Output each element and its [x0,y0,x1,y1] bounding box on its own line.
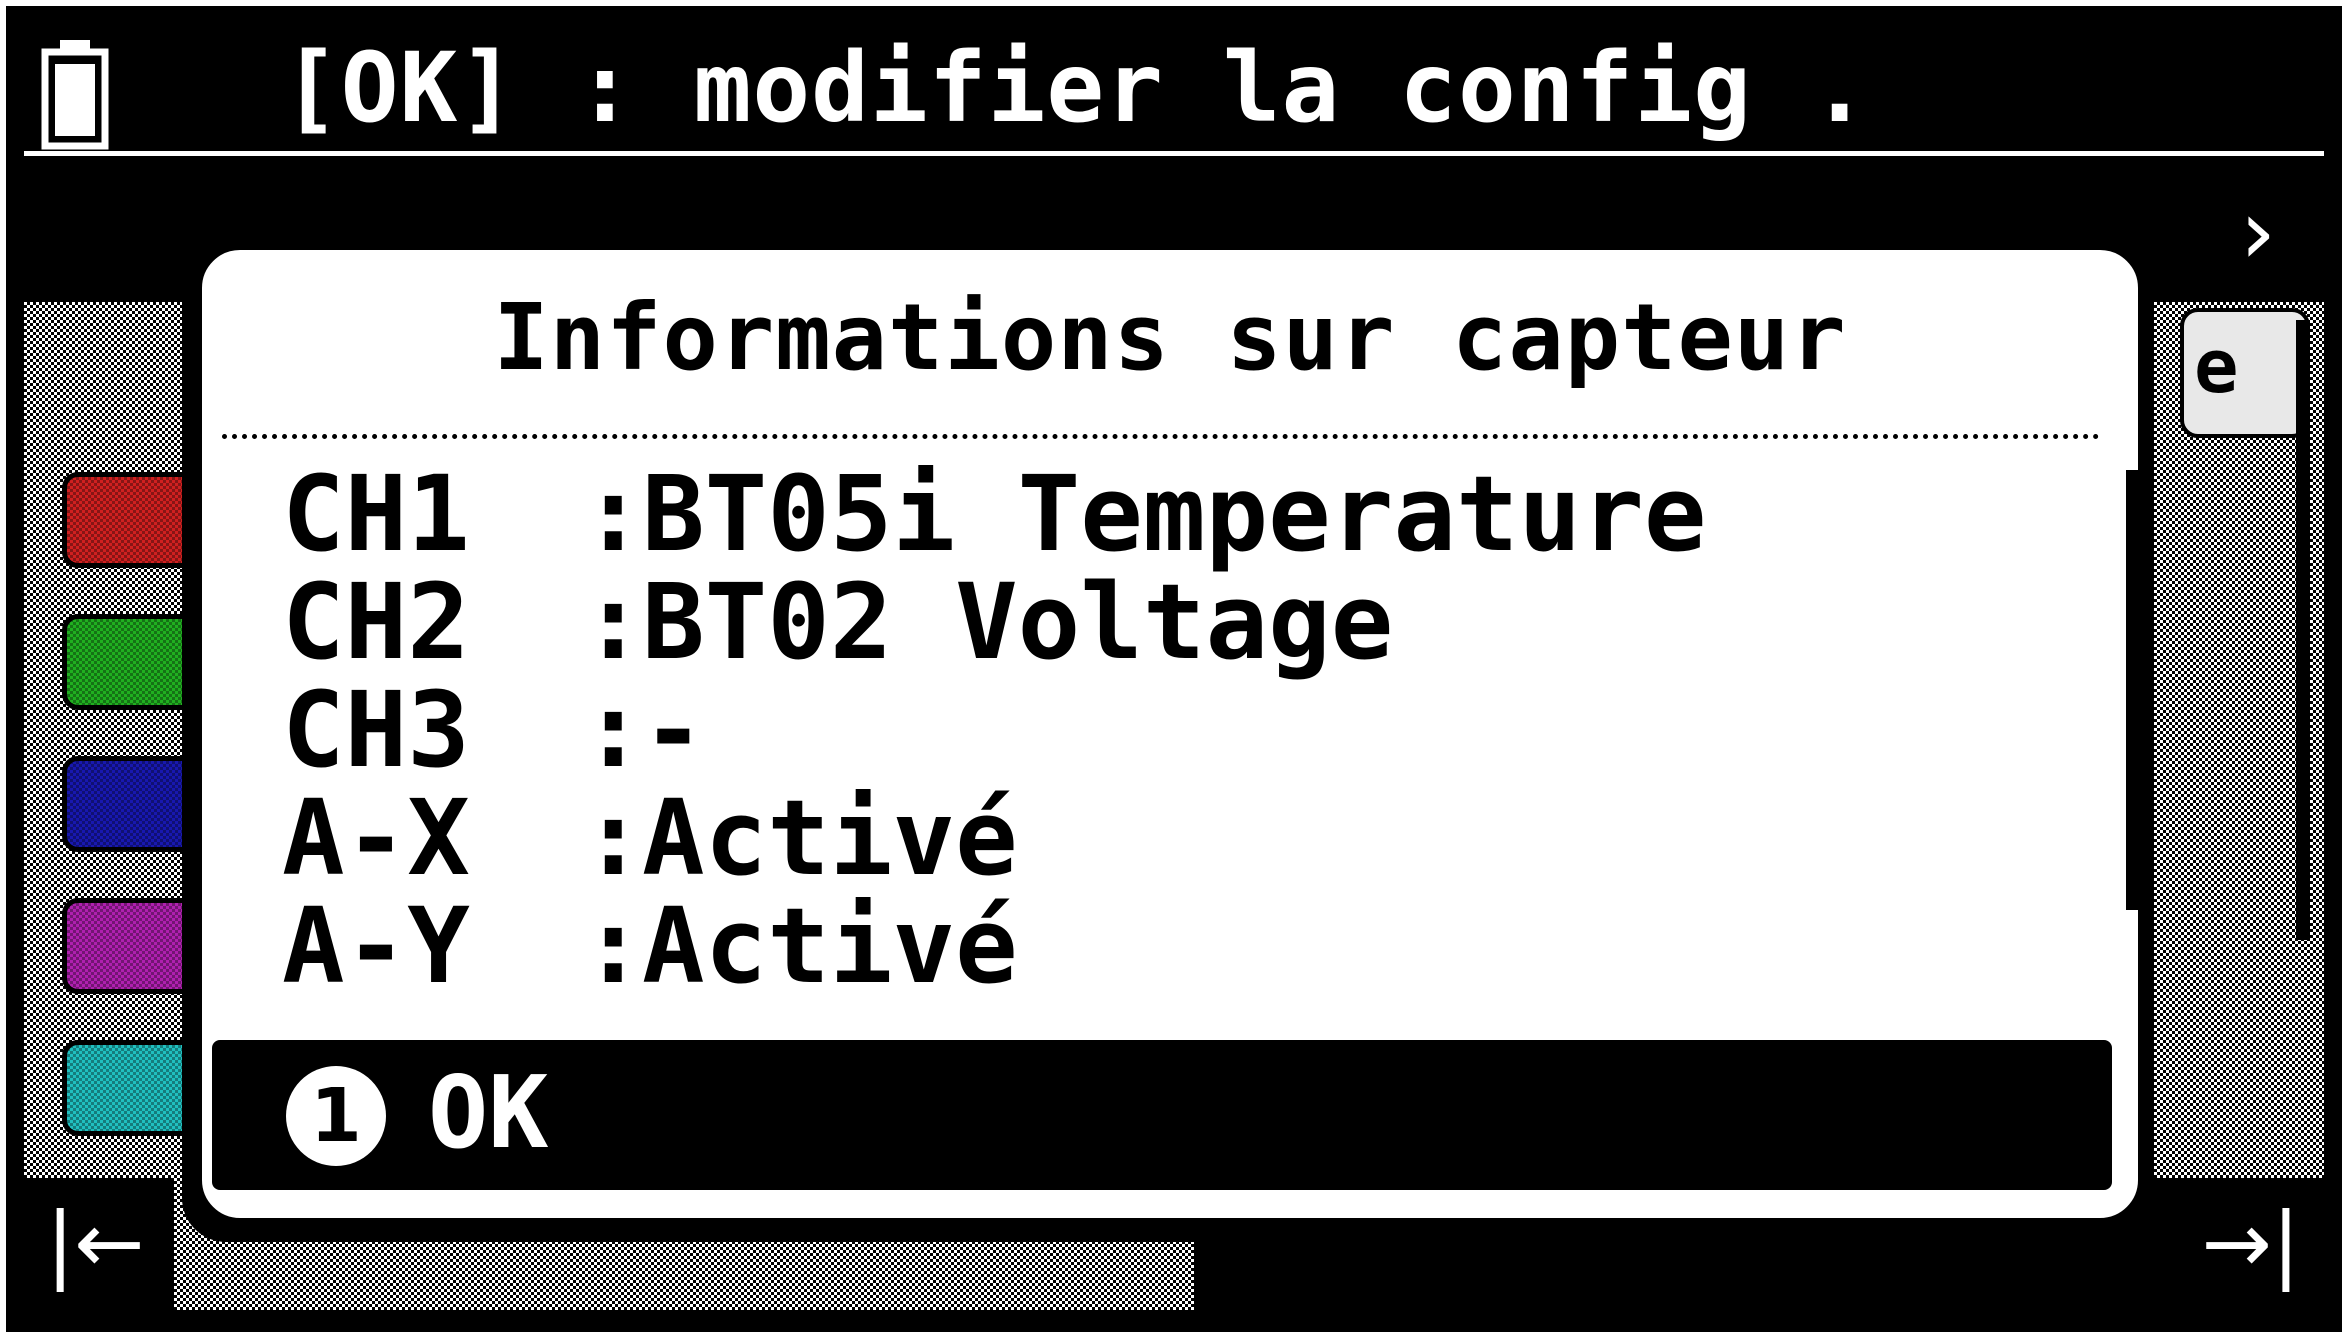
info-colon: : [582,777,645,899]
info-colon: : [582,669,645,791]
ok-button[interactable]: 1 OK [212,1040,2112,1190]
ok-button-label: OK [428,1054,549,1171]
dialog-divider [222,434,2100,439]
info-row-ch2: CH2 : BT02 Voltage [282,561,1982,683]
info-key: CH3 [282,669,470,791]
dialog-scrollbar[interactable] [2126,470,2138,910]
sensor-info-list: CH1 : BT05i Temperature CH2 : BT02 Volta… [282,453,1982,1007]
info-row-ay: A-Y : Activé [282,885,1982,1007]
info-colon: : [582,885,645,1007]
chevron-right-icon[interactable]: › [2240,180,2276,285]
status-bar: [OK] : modifier la config . [24,20,2324,156]
info-key: A-X [282,777,470,899]
info-value: Activé [642,885,1018,1007]
info-row-ch1: CH1 : BT05i Temperature [282,453,1982,575]
jump-start-icon[interactable]: |← [46,1194,145,1292]
info-value: - [642,669,705,791]
info-value: BT05i Temperature [642,453,1707,575]
calculator-screen: [OK] : modifier la config . › e |← →| In… [0,0,2348,1338]
info-key: A-Y [282,885,470,1007]
info-value: Activé [642,777,1018,899]
jump-end-icon[interactable]: →| [2201,1194,2300,1292]
side-scrollbar [2296,320,2310,940]
info-row-ch3: CH3 : - [282,669,1982,791]
info-colon: : [582,561,645,683]
status-hint: [OK] : modifier la config . [282,32,1870,144]
number-one-badge-icon: 1 [286,1066,386,1166]
battery-full-icon [40,38,110,150]
info-value: BT02 Voltage [642,561,1394,683]
info-colon: : [582,453,645,575]
dialog-title: Informations sur capteur [493,284,1847,391]
info-row-ax: A-X : Activé [282,777,1982,899]
sensor-info-dialog: Informations sur capteur CH1 : BT05i Tem… [196,244,2144,1224]
info-key: CH2 [282,561,470,683]
info-key: CH1 [282,453,470,575]
side-tab[interactable]: e [2180,308,2310,438]
